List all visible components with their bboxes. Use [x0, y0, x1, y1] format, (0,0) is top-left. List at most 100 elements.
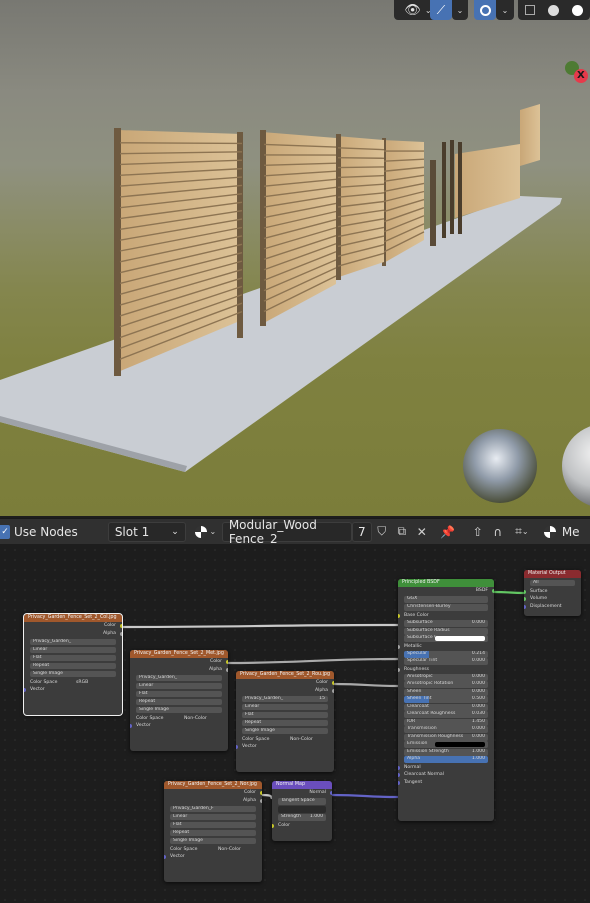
- alpha-output[interactable]: Alpha: [236, 687, 334, 695]
- snap-toggle[interactable]: ∩: [488, 522, 508, 542]
- vector-input[interactable]: Vector: [164, 853, 262, 861]
- principled-bsdf-node[interactable]: Principled BSDF BSDF GGX Christensen-Bur…: [398, 579, 494, 821]
- vector-input[interactable]: Vector: [236, 743, 334, 751]
- gizmo-dropdown[interactable]: ⌄: [452, 0, 468, 20]
- projection-dropdown[interactable]: Flat: [242, 711, 328, 718]
- projection-dropdown[interactable]: Flat: [136, 690, 222, 697]
- node-header[interactable]: Privacy_Garden_Fence_Set_2_Col.jpg: [24, 614, 122, 622]
- strength-field[interactable]: Strength 1.000: [278, 814, 326, 821]
- bsdf-input-specular[interactable]: Specular 0.214: [404, 650, 488, 658]
- bsdf-input-specular-tint[interactable]: Specular Tint 0.000: [404, 658, 488, 665]
- node-header[interactable]: Privacy_Garden_Fence_Set_2_Met.jpg: [130, 650, 228, 658]
- use-nodes-checkbox[interactable]: ✓: [0, 524, 10, 539]
- unlink-material-button[interactable]: ✕: [412, 522, 432, 542]
- image-texture-node-roughness[interactable]: Privacy_Garden_Fence_Set_2_Rou.jpg Color…: [236, 671, 334, 772]
- color-space-row[interactable]: Color Space sRGB: [24, 679, 122, 687]
- browse-material-button[interactable]: ⌄: [192, 522, 220, 542]
- color-output[interactable]: Color: [24, 622, 122, 630]
- bsdf-input-transmission-roughness[interactable]: Transmission Roughness 0.000: [404, 733, 488, 741]
- image-texture-node-metallic[interactable]: Privacy_Garden_Fence_Set_2_Met.jpg Color…: [130, 650, 228, 751]
- surface-input[interactable]: Surface: [524, 588, 581, 596]
- overlay-dropdown[interactable]: ⌄: [496, 0, 514, 20]
- snap-target-dropdown[interactable]: ⌗ ⌄: [508, 522, 536, 542]
- extension-dropdown[interactable]: Repeat: [136, 698, 222, 705]
- bsdf-input-subsurface[interactable]: Subsurface 0.000: [404, 620, 488, 627]
- overlay-toggle[interactable]: [474, 0, 496, 20]
- normal-map-node[interactable]: Normal Map Normal Tangent Space Strength…: [272, 781, 332, 841]
- bsdf-input-normal[interactable]: Normal: [398, 764, 494, 772]
- node-header[interactable]: Privacy_Garden_Fence_Set_2_Rou.jpg: [236, 671, 334, 679]
- interpolation-dropdown[interactable]: Linear: [30, 646, 116, 653]
- material-output-node[interactable]: Material Output All Surface Volume Displ…: [524, 570, 581, 616]
- image-selector[interactable]: Privacy_Garden_: [30, 638, 116, 645]
- solid-shade-icon[interactable]: [547, 4, 559, 16]
- uv-map-field[interactable]: [278, 806, 326, 813]
- fake-user-button[interactable]: ⛉: [372, 522, 392, 542]
- bsdf-input-ior[interactable]: IOR 1.450: [404, 718, 488, 726]
- color-space-row[interactable]: Color Space Non-Color: [130, 715, 228, 723]
- volume-input[interactable]: Volume: [524, 595, 581, 603]
- subsurface-method-dropdown[interactable]: Christensen-Burley: [404, 604, 488, 611]
- image-texture-node-color[interactable]: Privacy_Garden_Fence_Set_2_Col.jpg Color…: [23, 613, 123, 716]
- image-selector[interactable]: Privacy_Garden_F: [170, 805, 256, 812]
- parent-node-tree-button[interactable]: ⇧: [468, 522, 488, 542]
- vector-input[interactable]: Vector: [130, 722, 228, 730]
- source-dropdown[interactable]: Single Image: [136, 706, 222, 713]
- image-selector[interactable]: Privacy_Garden_: [136, 674, 222, 681]
- extension-dropdown[interactable]: Repeat: [170, 829, 256, 836]
- node-header[interactable]: Material Output: [524, 570, 581, 578]
- displacement-input[interactable]: Displacement: [524, 603, 581, 611]
- projection-dropdown[interactable]: Flat: [30, 654, 116, 661]
- bsdf-input-emission-strength[interactable]: Emission Strength 1.000: [404, 748, 488, 756]
- source-dropdown[interactable]: Single Image: [242, 727, 328, 734]
- normal-output[interactable]: Normal: [272, 789, 332, 797]
- xray-icon[interactable]: [524, 5, 535, 15]
- slot-dropdown[interactable]: Slot 1 ⌄: [107, 521, 186, 542]
- user-count[interactable]: 7: [351, 521, 372, 542]
- color-space-row[interactable]: Color Space Non-Color: [236, 736, 334, 744]
- duplicate-material-button[interactable]: ⧉: [392, 522, 412, 542]
- gizmo-x-label[interactable]: X: [577, 70, 585, 81]
- image-texture-node-normal[interactable]: Privacy_Garden_Fence_Set_2_Nor.jpg Color…: [164, 781, 262, 882]
- alpha-output[interactable]: Alpha: [24, 630, 122, 638]
- interpolation-dropdown[interactable]: Linear: [136, 682, 222, 689]
- alpha-output[interactable]: Alpha: [130, 666, 228, 674]
- preview-shading-button[interactable]: [540, 522, 560, 542]
- 3d-viewport[interactable]: X 👁 ⌄ ⟋ ⌄ ⌄: [0, 0, 590, 516]
- shading-mode-group[interactable]: [518, 0, 590, 20]
- bsdf-input-subsurface-radius[interactable]: Subsurface Radius: [404, 627, 488, 635]
- source-dropdown[interactable]: Single Image: [30, 670, 116, 677]
- node-editor-canvas[interactable]: Privacy_Garden_Fence_Set_2_Col.jpg Color…: [0, 545, 590, 903]
- node-header[interactable]: Normal Map: [272, 781, 332, 789]
- source-dropdown[interactable]: Single Image: [170, 837, 256, 844]
- gizmo-toggle[interactable]: ⟋: [430, 0, 452, 20]
- bsdf-input-clearcoat[interactable]: Clearcoat 0.000: [404, 703, 488, 711]
- bsdf-input-emission[interactable]: Emission: [404, 741, 488, 748]
- vector-input[interactable]: Vector: [24, 686, 122, 694]
- space-dropdown[interactable]: Tangent Space: [278, 798, 326, 805]
- bsdf-input-roughness[interactable]: Roughness: [398, 666, 494, 674]
- bsdf-input-tangent[interactable]: Tangent: [398, 779, 494, 787]
- extension-dropdown[interactable]: Repeat: [30, 662, 116, 669]
- color-space-row[interactable]: Color Space Non-Color: [164, 846, 262, 854]
- bsdf-input-base-color[interactable]: Base Color: [398, 612, 494, 620]
- bsdf-input-sheen-tint[interactable]: Sheen Tint 0.500: [404, 696, 488, 703]
- color-output[interactable]: Color: [164, 789, 262, 797]
- interpolation-dropdown[interactable]: Linear: [170, 813, 256, 820]
- bsdf-output[interactable]: BSDF: [398, 587, 494, 595]
- material-name-field[interactable]: Modular_Wood Fence_2: [221, 518, 352, 546]
- pin-button[interactable]: 📌: [438, 522, 458, 542]
- bsdf-input-alpha[interactable]: Alpha 1.000: [404, 756, 488, 763]
- image-selector[interactable]: Privacy_Garden_ 15: [242, 695, 328, 702]
- use-nodes-label[interactable]: Use Nodes: [14, 525, 78, 539]
- bsdf-input-metallic[interactable]: Metallic: [398, 643, 494, 651]
- distribution-dropdown[interactable]: GGX: [404, 596, 488, 603]
- bsdf-input-transmission[interactable]: Transmission 0.000: [404, 726, 488, 733]
- bsdf-input-sheen[interactable]: Sheen 0.000: [404, 688, 488, 696]
- bsdf-input-clearcoat-normal[interactable]: Clearcoat Normal: [398, 771, 494, 779]
- projection-dropdown[interactable]: Flat: [170, 821, 256, 828]
- color-output[interactable]: Color: [236, 679, 334, 687]
- material-shade-icon[interactable]: [572, 4, 584, 16]
- color-output[interactable]: Color: [130, 658, 228, 666]
- node-header[interactable]: Privacy_Garden_Fence_Set_2_Nor.jpg: [164, 781, 262, 789]
